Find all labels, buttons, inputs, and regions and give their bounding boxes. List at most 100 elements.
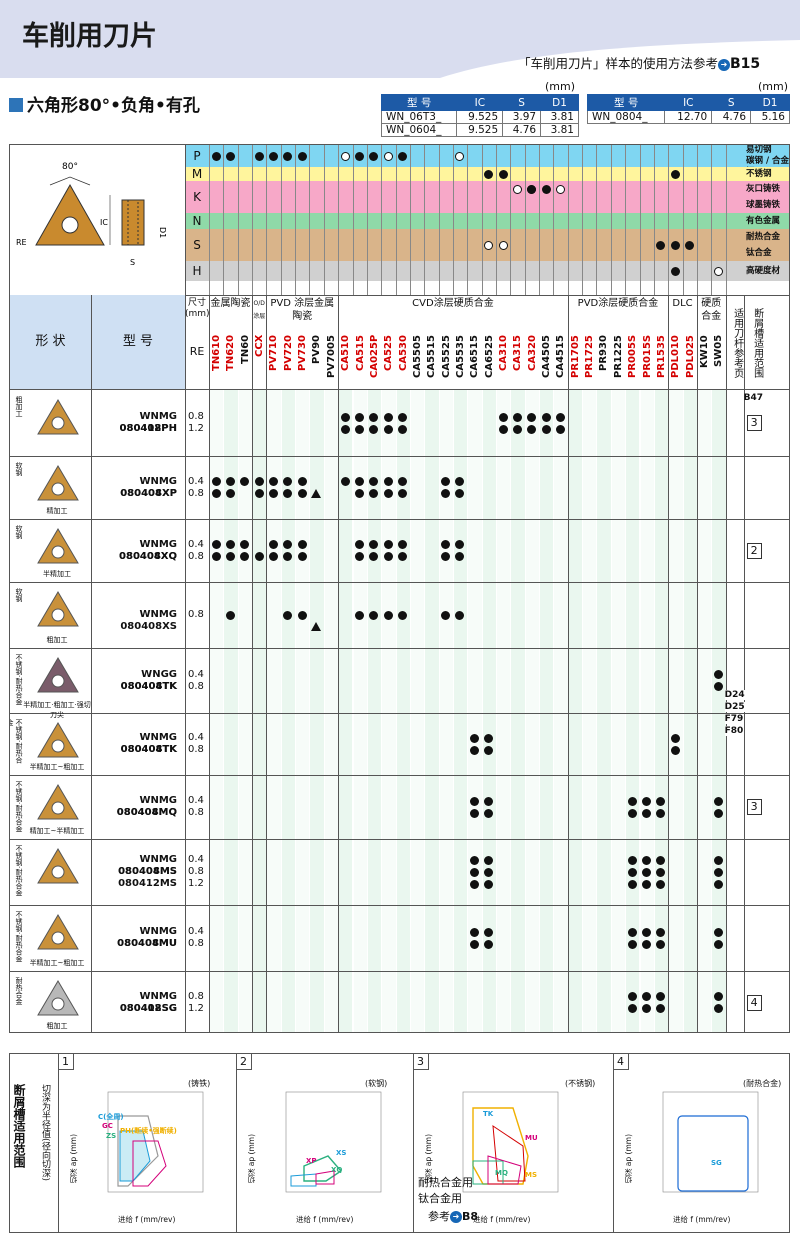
column-shade [540,390,554,1032]
grade-tn610: TN610 [211,335,222,372]
row-line [10,775,789,776]
re-value: 0.8 [188,744,204,755]
product-side-label: 不锈钢·耐热合金 [15,845,23,897]
model-number: 080408MQ [116,807,177,818]
grade-pv7005: PV7005 [325,335,337,378]
ref-note-3[interactable]: 参考 ➜ B8 [428,1208,478,1224]
grid-line [266,145,268,295]
suitability-dot [355,151,364,161]
material-letter: P [193,149,201,163]
x-axis-label: 进给 f (mm/rev) [296,1215,354,1224]
suitability-dot [642,808,651,818]
th: S [502,94,542,111]
suitability-dot [211,540,221,549]
td: WN_0604_ [380,123,458,137]
suitability-dot [670,733,680,743]
th: 型 号 [586,94,666,111]
grade-group-header: 硬质合金 [701,298,722,322]
grid-line [510,145,512,295]
suitability-dot [225,610,235,620]
suitability-open-dot [512,184,522,194]
suitability-dot [512,412,522,422]
page-title: 车削用刀片 [22,21,157,52]
re-value: 0.4 [188,926,204,937]
grade-pr015s: PR015S [641,335,653,379]
suitability-dot [656,939,666,949]
grade-sw05: SW05 [713,335,725,368]
suitability-dot [469,745,479,755]
range-chart [462,1091,559,1193]
column-shade [568,390,583,1032]
material-letter: N [192,214,202,228]
suitability-dot [225,552,235,561]
grade-group-header: PVD涂层硬质合金 [577,298,659,309]
suitability-dot [713,1004,723,1013]
re-value: 0.4 [188,854,204,865]
side-header: 适用刀杆参考页 [731,308,743,378]
suitability-dot [713,796,723,806]
suitability-dot [254,552,264,561]
suitability-dot [642,855,651,865]
holder-ref-page: F80 [724,726,744,736]
suitability-dot [211,477,221,486]
column-shade [425,390,439,1032]
suitability-dot [225,540,235,549]
ref-link[interactable]: 「车削用刀片」样本的使用方法参考 ➜ B15 [518,53,760,72]
suitability-dot [383,424,393,434]
td: 5.16 [750,110,790,124]
th: 型 号 [380,94,458,111]
insert-diagram: 80° IC RE D1 S [16,162,167,267]
grade-pv730: PV730 [297,335,309,371]
re-value: 0.4 [188,668,204,680]
grid-line [596,145,598,295]
suitability-dot [297,610,307,620]
section-title-text: 六角形80°•负角•有孔 [27,96,200,116]
insert-image [37,528,79,564]
ref-page: B8 [462,1210,479,1223]
range-chart [107,1091,204,1193]
model-number: 080412SG [119,1002,177,1014]
material-label: 不锈钢 [743,167,789,181]
column-shade [210,390,224,1032]
material-letter: H [192,264,202,278]
product-caption: 粗加工 [46,636,68,644]
grid-line [582,145,584,295]
suitability-dot [627,939,637,949]
breaker-label: XS [336,1149,347,1157]
suitability-dot [627,992,637,1001]
material-label: 钛合金 [743,245,789,261]
suitability-dot [642,927,651,937]
suitability-dot [656,240,666,250]
grid-line [711,145,713,295]
column-shade [511,390,525,1032]
breaker-label: GC [102,1122,113,1130]
insert-image [37,399,79,435]
suitability-dot [268,151,278,161]
suitability-dot [268,477,278,486]
ic-label: IC [100,218,108,227]
ref-note-2: 钛合金用 [418,1192,462,1205]
grid-line [252,145,254,295]
panel-number: 1 [58,1054,74,1070]
column-shade [267,390,281,1032]
angle-label: 80° [62,162,78,172]
th: IC [664,94,713,111]
grid-line [496,145,497,295]
suitability-dot [670,266,680,276]
suitability-dot [254,477,264,486]
suitability-dot [383,610,393,620]
grade-ca6525: CA6525 [483,335,495,378]
suitability-dot [670,169,680,179]
grid-line [223,145,225,295]
material-letter: K [193,190,201,204]
grid-line [352,145,354,295]
suitability-dot [642,992,651,1001]
td: 3.81 [540,110,579,124]
suitability-dot [627,927,637,937]
s-label: S [130,258,135,267]
insert-image [37,465,79,501]
ref-page: B15 [730,56,761,72]
suitability-dot [369,412,379,422]
shape-header: 形 状 [10,295,91,389]
suitability-dot [355,552,364,561]
